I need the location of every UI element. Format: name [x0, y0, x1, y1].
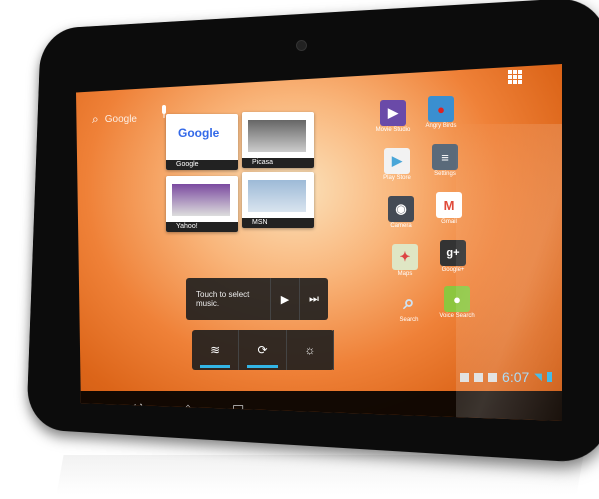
search-icon[interactable]: ⌕ — [92, 112, 99, 127]
thumb-label: Picasa — [242, 158, 314, 168]
settings-icon: ≡ — [432, 144, 458, 170]
thumb-label: Google — [166, 160, 238, 170]
app-label: Gmail — [441, 219, 457, 225]
app-label: Settings — [434, 171, 456, 177]
camera-icon: ◉ — [388, 196, 414, 222]
map-icon: ✦ — [392, 244, 418, 270]
shopping-bag-icon: ▶ — [384, 148, 410, 174]
google-logo: Google — [104, 113, 137, 125]
magnifier-icon: ⌕ — [403, 291, 415, 314]
app-maps[interactable]: ✦ Maps — [384, 244, 426, 277]
app-camera[interactable]: ◉ Camera — [380, 196, 422, 229]
mail-icon: M — [436, 192, 462, 218]
app-gmail[interactable]: M Gmail — [428, 192, 470, 225]
app-label: Google+ — [441, 267, 465, 273]
app-search[interactable]: ⌕ Search — [388, 290, 430, 324]
app-label: Angry Birds — [425, 123, 457, 129]
google-search-bar[interactable]: ⌕ Google — [92, 108, 137, 130]
app-angry-birds[interactable]: ● Angry Birds — [420, 96, 462, 129]
google-plus-icon: g+ — [440, 240, 466, 266]
picasa-preview — [248, 120, 306, 152]
next-track-icon[interactable]: ⏭ — [299, 278, 328, 320]
screenshot-notification-icon — [488, 372, 498, 382]
app-label: Play Store — [383, 175, 411, 181]
music-widget[interactable]: Touch to select music. ▶ ⏭ — [186, 278, 328, 320]
app-label: Search — [399, 317, 419, 323]
app-label: Voice Search — [439, 313, 475, 319]
battery-icon — [547, 372, 552, 382]
front-camera — [296, 40, 307, 51]
app-label: Movie Studio — [375, 127, 411, 133]
thumb-msn[interactable]: MSN — [242, 172, 314, 228]
app-google-plus[interactable]: g+ Google+ — [432, 240, 474, 273]
app-voice-search[interactable]: ● Voice Search — [436, 286, 478, 319]
tablet-device: ⌕ Google Google Google Picasa Yahoo! MSN… — [0, 0, 599, 465]
clapper-icon: ▶ — [380, 100, 406, 126]
app-settings[interactable]: ≡ Settings — [424, 144, 466, 177]
gallery-notification-icon — [460, 372, 470, 382]
power-control-widget: ≋ ⟳ ☼ — [192, 330, 334, 370]
play-icon[interactable]: ▶ — [270, 278, 299, 320]
status-bar[interactable]: 6:07 ◥ — [460, 369, 552, 385]
table-reflection — [56, 455, 584, 495]
sync-toggle-icon[interactable]: ⟳ — [239, 330, 287, 370]
thumb-yahoo[interactable]: Yahoo! — [166, 176, 238, 232]
gmail-notification-icon — [474, 372, 484, 382]
home-screen: ⌕ Google Google Google Picasa Yahoo! MSN… — [76, 64, 562, 421]
yahoo-preview — [172, 184, 230, 216]
app-label: Maps — [397, 271, 413, 277]
thumb-google[interactable]: Google Google — [166, 114, 238, 170]
thumb-label: MSN — [242, 218, 314, 228]
app-label: Camera — [390, 223, 412, 229]
google-wordmark: Google — [178, 126, 220, 140]
all-apps-icon[interactable] — [508, 70, 522, 84]
brightness-toggle-icon[interactable]: ☼ — [287, 330, 334, 370]
recent-sites-widget: Google Google Picasa Yahoo! MSN — [166, 112, 326, 254]
wifi-toggle-icon[interactable]: ≋ — [192, 330, 240, 370]
clock: 6:07 — [502, 369, 530, 385]
msn-preview — [248, 180, 306, 212]
wifi-signal-icon: ◥ — [534, 371, 542, 383]
thumb-picasa[interactable]: Picasa — [242, 112, 314, 168]
app-movie-studio[interactable]: ▶ Movie Studio — [372, 100, 414, 133]
bird-icon: ● — [428, 96, 454, 122]
app-play-store[interactable]: ▶ Play Store — [376, 148, 418, 181]
thumb-label: Yahoo! — [166, 222, 238, 232]
music-prompt[interactable]: Touch to select music. — [186, 290, 270, 308]
android-mic-icon: ● — [444, 286, 470, 312]
